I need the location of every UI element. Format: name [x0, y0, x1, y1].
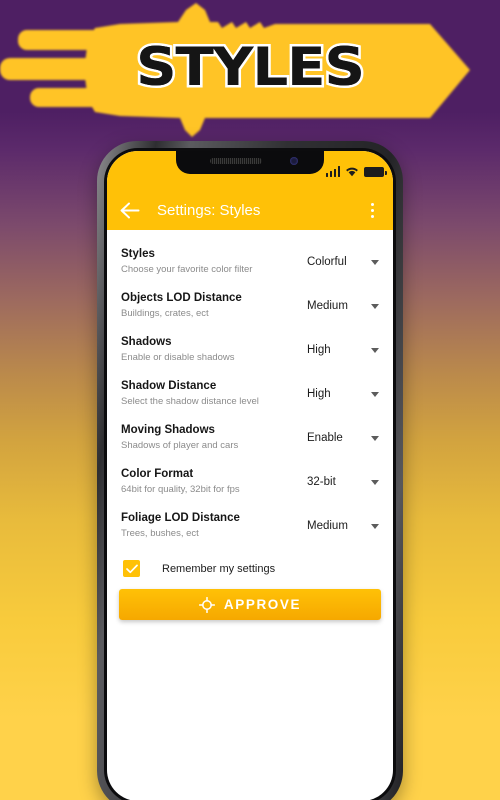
setting-subtitle: Choose your favorite color filter [121, 264, 253, 275]
remember-settings-checkbox[interactable] [123, 560, 140, 577]
setting-texts: Styles Choose your favorite color filter [121, 247, 299, 277]
wifi-icon [346, 167, 358, 177]
setting-subtitle: Buildings, crates, ect [121, 308, 209, 319]
phone-notch [176, 151, 324, 174]
setting-value: Medium [307, 300, 348, 312]
setting-dropdown[interactable]: 32-bit [299, 476, 379, 488]
setting-subtitle: Shadows of player and cars [121, 440, 239, 451]
remember-settings-row[interactable]: Remember my settings [107, 548, 393, 583]
status-bar [107, 151, 393, 191]
speaker-grille-icon [210, 158, 262, 164]
setting-value: Enable [307, 432, 343, 444]
banner-title-outline: STYLES [133, 35, 367, 100]
approve-button[interactable]: APPROVE [119, 589, 381, 620]
setting-dropdown[interactable]: Medium [299, 520, 379, 532]
setting-row-shadows[interactable]: Shadows Enable or disable shadows High [107, 328, 393, 372]
setting-row-shadow-distance[interactable]: Shadow Distance Select the shadow distan… [107, 372, 393, 416]
chevron-down-icon [371, 479, 379, 485]
setting-dropdown[interactable]: Medium [299, 300, 379, 312]
status-icons [325, 163, 387, 177]
battery-icon [364, 167, 387, 177]
setting-subtitle: Enable or disable shadows [121, 352, 235, 363]
setting-dropdown[interactable]: High [299, 344, 379, 356]
approve-button-label: APPROVE [223, 597, 302, 612]
setting-row-styles[interactable]: Styles Choose your favorite color filter… [107, 240, 393, 284]
chevron-down-icon [371, 435, 379, 441]
setting-subtitle: Trees, bushes, ect [121, 528, 199, 539]
setting-title: Foliage LOD Distance [121, 512, 240, 524]
setting-value: Colorful [307, 256, 347, 268]
setting-texts: Foliage LOD Distance Trees, bushes, ect [121, 511, 299, 541]
setting-texts: Objects LOD Distance Buildings, crates, … [121, 291, 299, 321]
chevron-down-icon [371, 391, 379, 397]
front-camera-icon [290, 157, 298, 165]
approve-button-container: APPROVE [107, 583, 393, 634]
setting-value: High [307, 344, 331, 356]
overflow-menu-icon[interactable] [363, 201, 381, 221]
setting-subtitle: Select the shadow distance level [121, 396, 259, 407]
setting-value: Medium [307, 520, 348, 532]
setting-title: Moving Shadows [121, 424, 215, 436]
chevron-down-icon [371, 523, 379, 529]
checkmark-icon [125, 564, 138, 573]
setting-title: Styles [121, 248, 155, 260]
setting-dropdown[interactable]: High [299, 388, 379, 400]
signal-bars-icon [325, 166, 340, 177]
setting-row-foliage-lod-distance[interactable]: Foliage LOD Distance Trees, bushes, ect … [107, 504, 393, 548]
app-screenshot: STYLES STYLES Settings: Styles Styles Ch… [0, 0, 500, 800]
chevron-down-icon [371, 347, 379, 353]
setting-value: High [307, 388, 331, 400]
setting-texts: Shadows Enable or disable shadows [121, 335, 299, 365]
setting-subtitle: 64bit for quality, 32bit for fps [121, 484, 240, 495]
phone-bezel: Settings: Styles Styles Choose your favo… [104, 148, 396, 800]
setting-dropdown[interactable]: Enable [299, 432, 379, 444]
setting-texts: Shadow Distance Select the shadow distan… [121, 379, 299, 409]
crosshair-target-icon [198, 596, 215, 613]
setting-texts: Color Format 64bit for quality, 32bit fo… [121, 467, 299, 497]
phone-frame: Settings: Styles Styles Choose your favo… [97, 141, 403, 800]
setting-value: 32-bit [307, 476, 336, 488]
setting-row-color-format[interactable]: Color Format 64bit for quality, 32bit fo… [107, 460, 393, 504]
remember-settings-label: Remember my settings [162, 562, 276, 575]
setting-texts: Moving Shadows Shadows of player and car… [121, 423, 299, 453]
setting-title: Shadow Distance [121, 380, 217, 392]
setting-row-objects-lod-distance[interactable]: Objects LOD Distance Buildings, crates, … [107, 284, 393, 328]
chevron-down-icon [371, 259, 379, 265]
phone-screen: Settings: Styles Styles Choose your favo… [107, 151, 393, 800]
setting-title: Color Format [121, 468, 194, 480]
setting-dropdown[interactable]: Colorful [299, 256, 379, 268]
setting-row-moving-shadows[interactable]: Moving Shadows Shadows of player and car… [107, 416, 393, 460]
setting-title: Objects LOD Distance [121, 292, 242, 304]
setting-title: Shadows [121, 336, 172, 348]
app-bar-title: Settings: Styles [157, 202, 261, 219]
back-arrow-icon[interactable] [119, 200, 141, 222]
chevron-down-icon [371, 303, 379, 309]
app-bar: Settings: Styles [107, 191, 393, 230]
settings-list: Styles Choose your favorite color filter… [107, 230, 393, 634]
